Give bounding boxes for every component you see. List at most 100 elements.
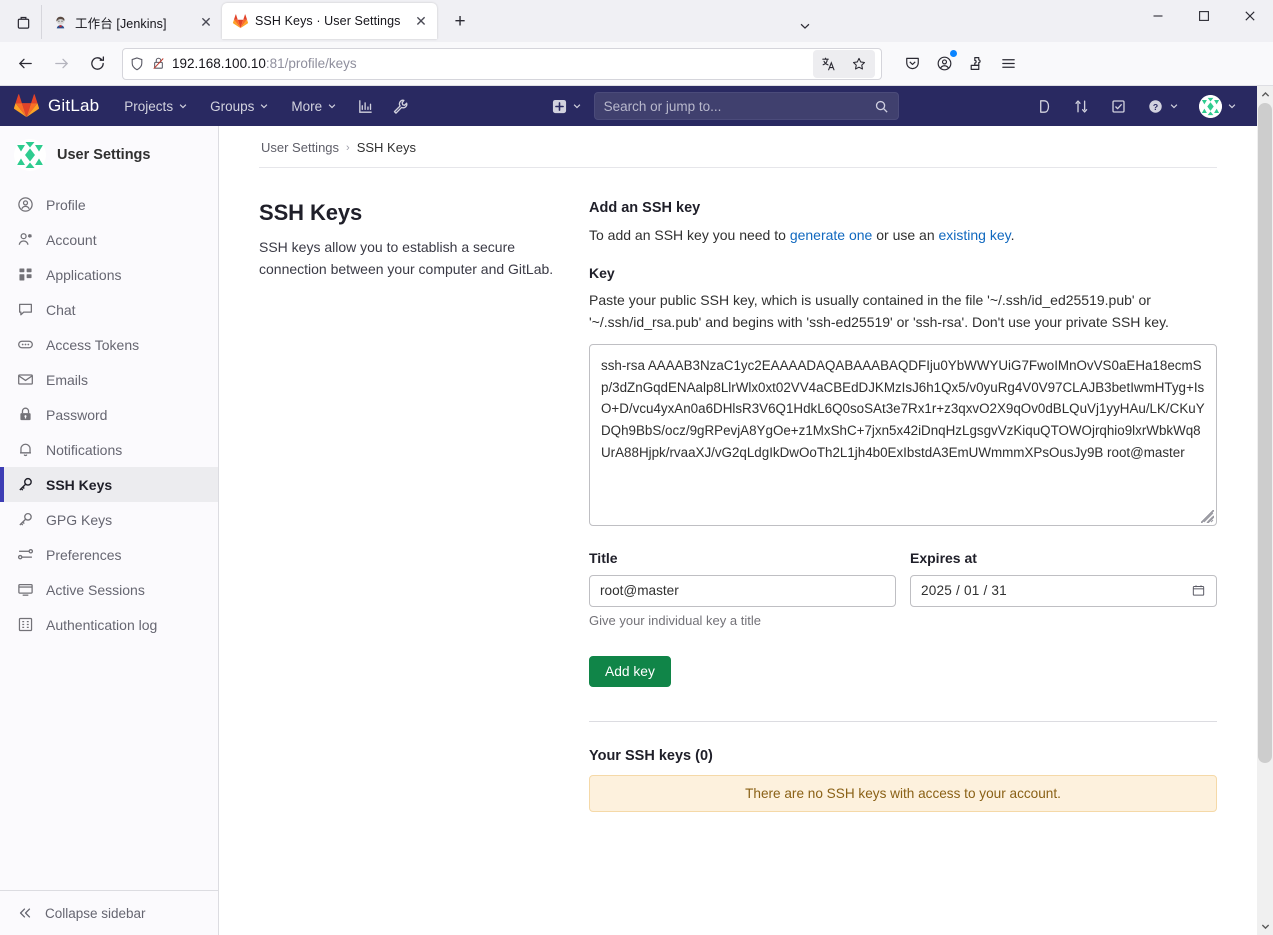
key-icon [17, 476, 34, 493]
forward-icon[interactable] [44, 48, 78, 80]
add-key-button[interactable]: Add key [589, 656, 671, 687]
browser-tab-gitlab[interactable]: SSH Keys · User Settings · Git ✕ [222, 3, 437, 39]
create-new-button[interactable] [546, 93, 588, 120]
ssh-key-textarea[interactable]: ssh-rsa AAAAB3NzaC1yc2EAAAADAQABAAABAQDF… [589, 344, 1217, 526]
user-menu-button[interactable] [1189, 87, 1247, 126]
nav-label: Projects [124, 99, 173, 114]
scroll-up-arrow-icon[interactable] [1261, 86, 1270, 103]
sidebar-item-label: GPG Keys [46, 512, 112, 528]
lead-middle: or use an [872, 227, 938, 243]
url-bar[interactable]: 192.168.100.10:81/profile/keys [122, 48, 882, 80]
issues-icon[interactable] [1026, 90, 1063, 123]
nav-item-more[interactable]: More [280, 90, 348, 123]
extensions-icon[interactable] [960, 48, 992, 80]
textarea-resize-handle[interactable] [1201, 510, 1214, 523]
section-divider [589, 721, 1217, 722]
scrollbar-track[interactable] [1257, 103, 1273, 918]
translate-icon[interactable] [815, 51, 843, 77]
merge-requests-icon[interactable] [1063, 90, 1100, 123]
browser-window: 工作台 [Jenkins] ✕ SSH Keys · User Settings… [0, 0, 1273, 935]
collapse-sidebar-button[interactable]: Collapse sidebar [0, 890, 218, 935]
close-icon[interactable]: ✕ [196, 12, 216, 32]
url-text: 192.168.100.10:81/profile/keys [172, 56, 807, 71]
sidebar-item-access-tokens[interactable]: Access Tokens [0, 327, 218, 362]
sidebar-item-label: Emails [46, 372, 88, 388]
pocket-icon[interactable] [896, 48, 928, 80]
main-content: User Settings › SSH Keys SSH Keys SSH ke… [219, 126, 1257, 935]
window-controls [1135, 0, 1273, 42]
avatar [1199, 95, 1222, 118]
nav-item-groups[interactable]: Groups [199, 90, 280, 123]
tab-title: SSH Keys · User Settings · Git [255, 14, 404, 28]
scroll-down-arrow-icon[interactable] [1261, 918, 1270, 935]
page-viewport: GitLab Projects Groups More [0, 86, 1273, 935]
page-scrollbar[interactable] [1257, 86, 1273, 935]
chevron-down-icon [572, 101, 582, 111]
sidebar-item-applications[interactable]: Applications [0, 257, 218, 292]
browser-tab-jenkins[interactable]: 工作台 [Jenkins] ✕ [42, 5, 222, 39]
sidebar-item-label: Account [46, 232, 97, 248]
expires-date-input[interactable]: 2025 / 01 / 31 [910, 575, 1217, 607]
close-window-button[interactable] [1227, 0, 1273, 32]
sidebar-item-authentication-log[interactable]: Authentication log [0, 607, 218, 642]
settings-description-column: SSH Keys SSH keys allow you to establish… [259, 200, 589, 812]
sidebar-item-label: Password [46, 407, 107, 423]
sidebar-item-gpg-keys[interactable]: GPG Keys [0, 502, 218, 537]
analytics-icon[interactable] [348, 90, 383, 123]
wrench-icon[interactable] [383, 90, 418, 123]
sidebar-item-notifications[interactable]: Notifications [0, 432, 218, 467]
title-input[interactable]: root@master [589, 575, 896, 607]
svg-text:?: ? [1153, 101, 1158, 111]
search-icon [874, 99, 889, 114]
bookmark-star-icon[interactable] [845, 51, 873, 77]
sidebar-item-ssh-keys[interactable]: SSH Keys [0, 467, 218, 502]
sidebar-item-profile[interactable]: Profile [0, 187, 218, 222]
calendar-icon[interactable] [1191, 583, 1206, 598]
sidebar-item-account[interactable]: Account [0, 222, 218, 257]
lock-crossed-icon[interactable] [151, 56, 166, 71]
title-help-text: Give your individual key a title [589, 613, 896, 628]
maximize-button[interactable] [1181, 0, 1227, 32]
gitlab-icon [232, 13, 248, 29]
breadcrumb-root[interactable]: User Settings [261, 140, 339, 155]
existing-key-link[interactable]: existing key [939, 227, 1011, 243]
page-description: SSH keys allow you to establish a secure… [259, 237, 559, 280]
tab-overflow-chevron-down-icon[interactable] [782, 10, 828, 42]
title-input-value: root@master [600, 583, 679, 598]
sidebar-item-preferences[interactable]: Preferences [0, 537, 218, 572]
sidebar-header[interactable]: User Settings [0, 126, 218, 185]
back-icon[interactable] [8, 48, 42, 80]
gitlab-main-nav: Projects Groups More [113, 90, 418, 123]
url-bar-actions [813, 50, 875, 78]
sidebar-item-chat[interactable]: Chat [0, 292, 218, 327]
title-field-group: Title root@master Give your individual k… [589, 550, 896, 628]
gitlab-logo-link[interactable]: GitLab [0, 94, 113, 118]
todos-icon[interactable] [1100, 90, 1137, 123]
help-icon[interactable]: ? [1137, 90, 1189, 123]
page-title: SSH Keys [259, 200, 559, 226]
sidebar-item-emails[interactable]: Emails [0, 362, 218, 397]
shield-icon[interactable] [129, 56, 145, 72]
nav-item-projects[interactable]: Projects [113, 90, 199, 123]
account-icon[interactable] [928, 48, 960, 80]
close-icon[interactable]: ✕ [411, 11, 431, 31]
new-tab-button[interactable]: + [445, 7, 475, 37]
scrollbar-thumb[interactable] [1258, 103, 1272, 763]
sidebar-item-active-sessions[interactable]: Active Sessions [0, 572, 218, 607]
generate-one-link[interactable]: generate one [790, 227, 873, 243]
title-label: Title [589, 550, 896, 566]
ssh-key-value: ssh-rsa AAAAB3NzaC1yc2EAAAADAQABAAABAQDF… [601, 358, 1205, 460]
double-chevron-left-icon [17, 905, 33, 921]
sidebar-item-password[interactable]: Password [0, 397, 218, 432]
search-input[interactable]: Search or jump to... [594, 92, 899, 120]
minimize-button[interactable] [1135, 0, 1181, 32]
form-lead: To add an SSH key you need to generate o… [589, 227, 1217, 243]
lead-suffix: . [1011, 227, 1015, 243]
applications-icon [17, 266, 34, 283]
lead-prefix: To add an SSH key you need to [589, 227, 790, 243]
reload-icon[interactable] [80, 48, 114, 80]
app-menu-icon[interactable] [992, 48, 1024, 80]
settings-columns: SSH Keys SSH keys allow you to establish… [259, 168, 1217, 812]
tab-list-button[interactable] [6, 5, 42, 39]
gitlab-top-navbar: GitLab Projects Groups More [0, 86, 1257, 126]
